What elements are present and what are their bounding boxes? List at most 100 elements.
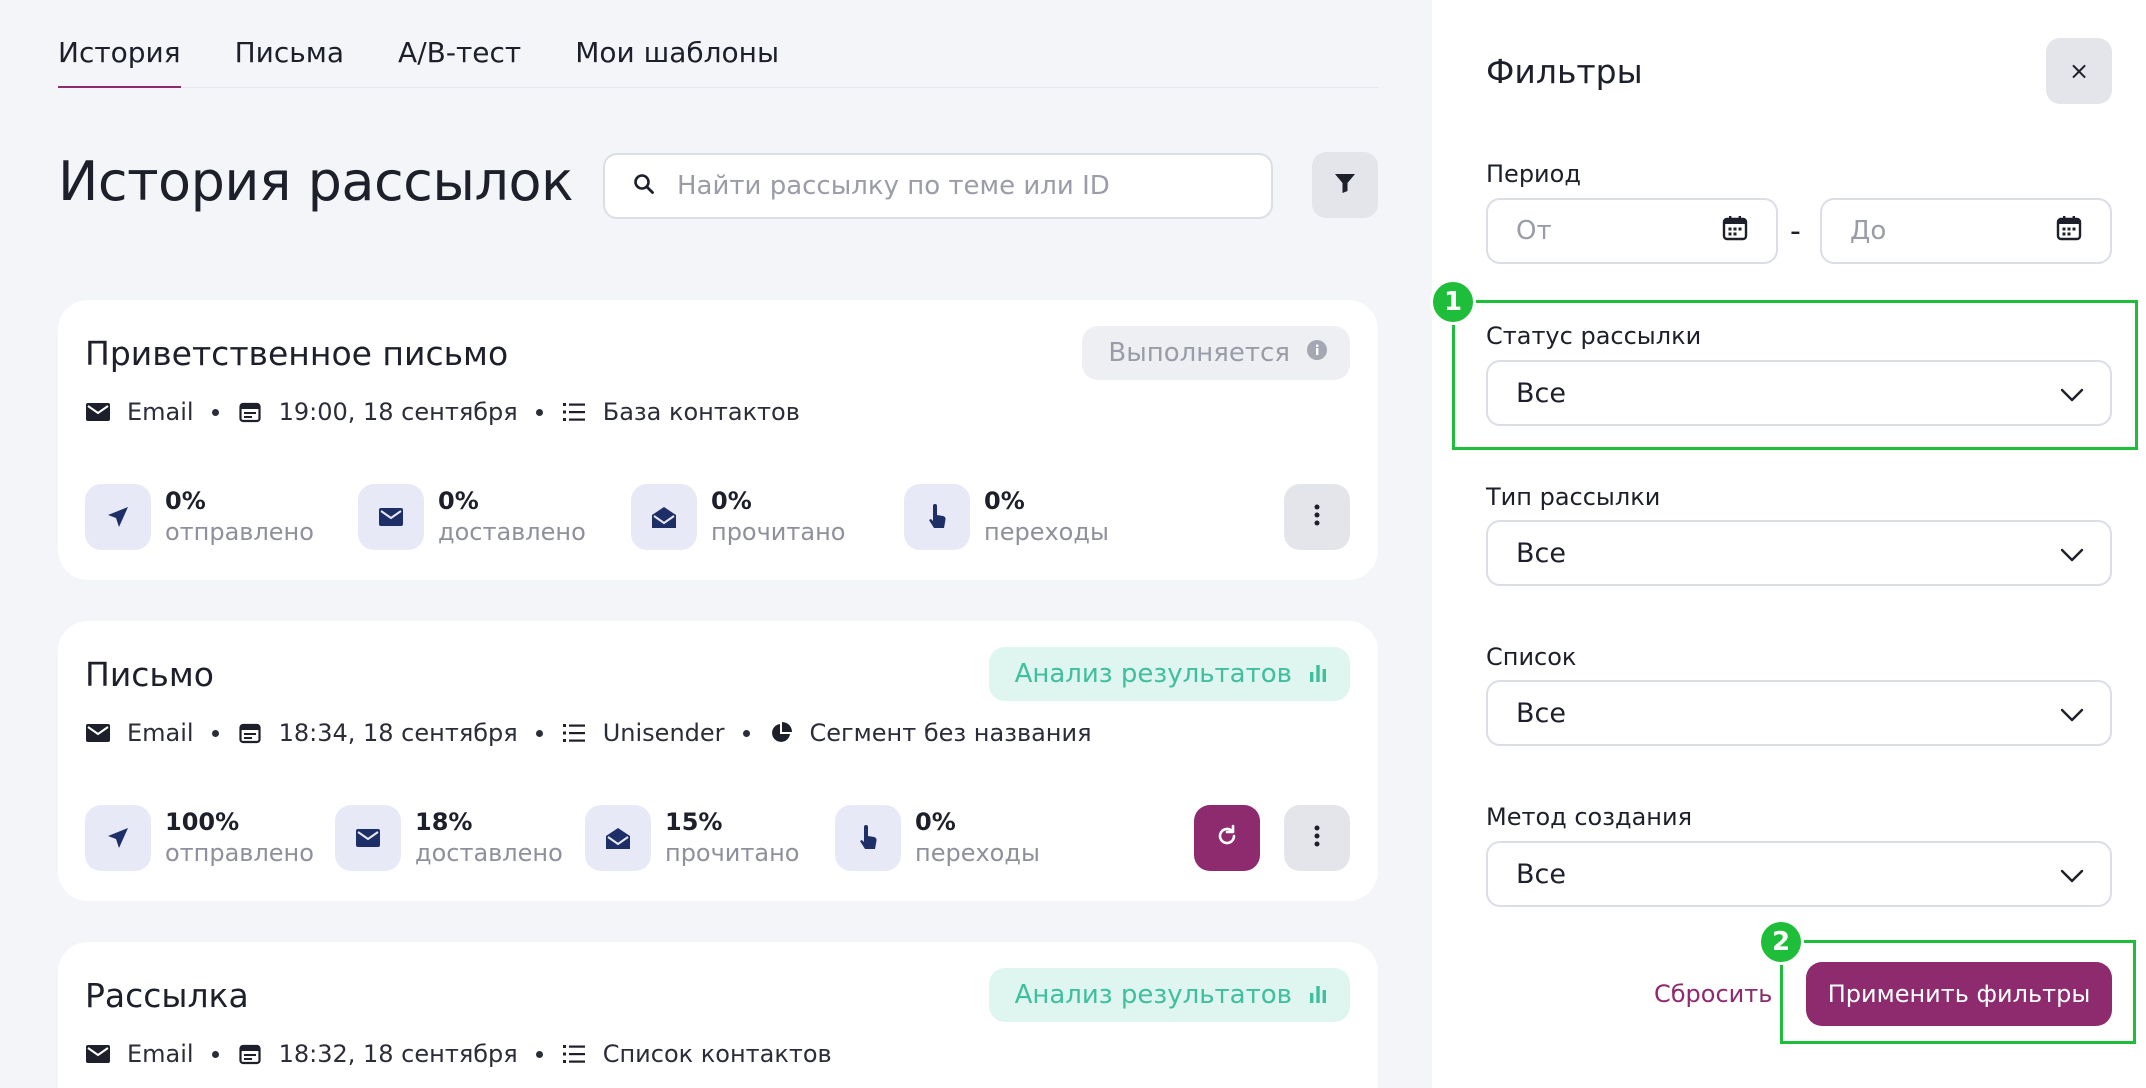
stat-sent: 0% отправлено xyxy=(85,484,358,550)
stat-value: 0% xyxy=(984,487,1025,515)
stat-label: переходы xyxy=(915,839,1040,867)
analysis-badge[interactable]: Анализ результатов xyxy=(988,647,1350,701)
stat-label: отправлено xyxy=(165,518,314,546)
refresh-button[interactable] xyxy=(1194,805,1260,871)
envelope-icon xyxy=(85,720,111,746)
datetime-label: 18:32, 18 сентября xyxy=(278,1040,518,1068)
list-label: Unisender xyxy=(602,719,725,747)
calendar-icon xyxy=(237,399,263,425)
list-label: База контактов xyxy=(602,398,800,426)
campaign-meta: Email 19:00, 18 сентября База контактов xyxy=(85,398,800,426)
datetime-label: 18:34, 18 сентября xyxy=(278,719,518,747)
highlight-frame-1 xyxy=(1452,300,2138,450)
date-from-input[interactable]: От xyxy=(1486,198,1778,264)
pie-segment-icon xyxy=(768,720,794,746)
separator-dot xyxy=(742,729,750,737)
more-options-button[interactable] xyxy=(1284,805,1350,871)
stat-clicks: 0% переходы xyxy=(904,484,1177,550)
tab-bar: История Письма A/B-тест Мои шаблоны xyxy=(58,0,1378,88)
envelope-icon xyxy=(335,805,401,871)
campaign-card[interactable]: Письмо Анализ результатов Email 18:34, 1… xyxy=(58,621,1378,901)
main-area: История Письма A/B-тест Мои шаблоны Исто… xyxy=(0,0,1432,1088)
search-icon xyxy=(633,173,655,199)
separator-dot xyxy=(535,1050,543,1058)
method-label: Метод создания xyxy=(1486,803,1693,831)
separator-dot xyxy=(211,1050,219,1058)
funnel-icon xyxy=(1333,171,1357,199)
type-label: Тип рассылки xyxy=(1486,483,1661,511)
tab-my-templates[interactable]: Мои шаблоны xyxy=(575,0,779,88)
close-icon: × xyxy=(2068,57,2090,85)
separator-dot xyxy=(535,408,543,416)
campaign-meta: Email 18:32, 18 сентября Список контакто… xyxy=(85,1040,832,1068)
stat-value: 100% xyxy=(165,808,240,836)
stat-label: доставлено xyxy=(438,518,586,546)
pointer-hand-icon xyxy=(835,805,901,871)
page-title: История рассылок xyxy=(58,150,574,213)
status-badge-label: Анализ результатов xyxy=(1014,659,1292,689)
search-box[interactable] xyxy=(603,153,1273,219)
channel-label: Email xyxy=(127,398,194,426)
filters-panel: Фильтры × Период От - До Статус рассылки… xyxy=(1430,0,2146,1088)
send-icon xyxy=(85,484,151,550)
campaign-meta: Email 18:34, 18 сентября Unisender Сегме… xyxy=(85,719,1092,747)
method-select-value: Все xyxy=(1516,858,1566,890)
chevron-down-icon xyxy=(2060,538,2084,569)
stat-label: доставлено xyxy=(415,839,563,867)
campaign-title: Рассылка xyxy=(85,976,249,1015)
stat-read: 15% прочитано xyxy=(585,805,835,871)
stat-sent: 100% отправлено xyxy=(85,805,335,871)
stat-label: прочитано xyxy=(711,518,846,546)
tab-history[interactable]: История xyxy=(58,0,181,88)
info-icon[interactable] xyxy=(1306,338,1328,368)
tab-letters[interactable]: Письма xyxy=(235,0,344,88)
status-badge-label: Выполняется xyxy=(1108,338,1290,368)
close-button[interactable]: × xyxy=(2046,38,2112,104)
envelope-icon xyxy=(358,484,424,550)
stat-clicks: 0% переходы xyxy=(835,805,1085,871)
campaign-title: Письмо xyxy=(85,655,214,694)
list-label: Список контактов xyxy=(602,1040,832,1068)
bar-chart-icon xyxy=(1308,980,1328,1010)
tab-ab-test[interactable]: A/B-тест xyxy=(398,0,521,88)
more-options-button[interactable] xyxy=(1284,484,1350,550)
stat-delivered: 0% доставлено xyxy=(358,484,631,550)
method-select[interactable]: Все xyxy=(1486,841,2112,907)
list-icon xyxy=(561,1041,587,1067)
calendar-icon[interactable] xyxy=(1722,215,1748,248)
list-select-value: Все xyxy=(1516,697,1566,729)
campaign-card[interactable]: Приветственное письмо Выполняется Email … xyxy=(58,300,1378,580)
date-to-input[interactable]: До xyxy=(1820,198,2112,264)
stat-value: 0% xyxy=(711,487,752,515)
pointer-hand-icon xyxy=(904,484,970,550)
stat-value: 0% xyxy=(438,487,479,515)
date-from-placeholder: От xyxy=(1516,216,1552,246)
chevron-down-icon xyxy=(2060,698,2084,729)
type-select[interactable]: Все xyxy=(1486,520,2112,586)
calendar-icon[interactable] xyxy=(2056,215,2082,248)
campaign-card[interactable]: Рассылка Анализ результатов Email 18:32,… xyxy=(58,942,1378,1088)
bar-chart-icon xyxy=(1308,659,1328,689)
envelope-icon xyxy=(85,1041,111,1067)
search-input[interactable] xyxy=(677,171,1237,201)
refresh-icon xyxy=(1215,824,1239,852)
list-icon xyxy=(561,720,587,746)
envelope-icon xyxy=(85,399,111,425)
stat-value: 0% xyxy=(915,808,956,836)
separator-dot xyxy=(211,729,219,737)
analysis-badge[interactable]: Анализ результатов xyxy=(988,968,1350,1022)
filter-button[interactable] xyxy=(1312,152,1378,218)
stat-value: 15% xyxy=(665,808,723,836)
type-select-value: Все xyxy=(1516,537,1566,569)
stat-label: прочитано xyxy=(665,839,800,867)
period-label: Период xyxy=(1486,160,1581,188)
date-to-placeholder: До xyxy=(1850,216,1887,246)
kebab-icon xyxy=(1314,825,1320,851)
list-select[interactable]: Все xyxy=(1486,680,2112,746)
reset-button[interactable]: Сбросить xyxy=(1654,980,1772,1008)
highlight-frame-2 xyxy=(1780,940,2136,1044)
stat-delivered: 18% доставлено xyxy=(335,805,585,871)
channel-label: Email xyxy=(127,719,194,747)
campaign-title: Приветственное письмо xyxy=(85,334,509,373)
separator-dot xyxy=(535,729,543,737)
